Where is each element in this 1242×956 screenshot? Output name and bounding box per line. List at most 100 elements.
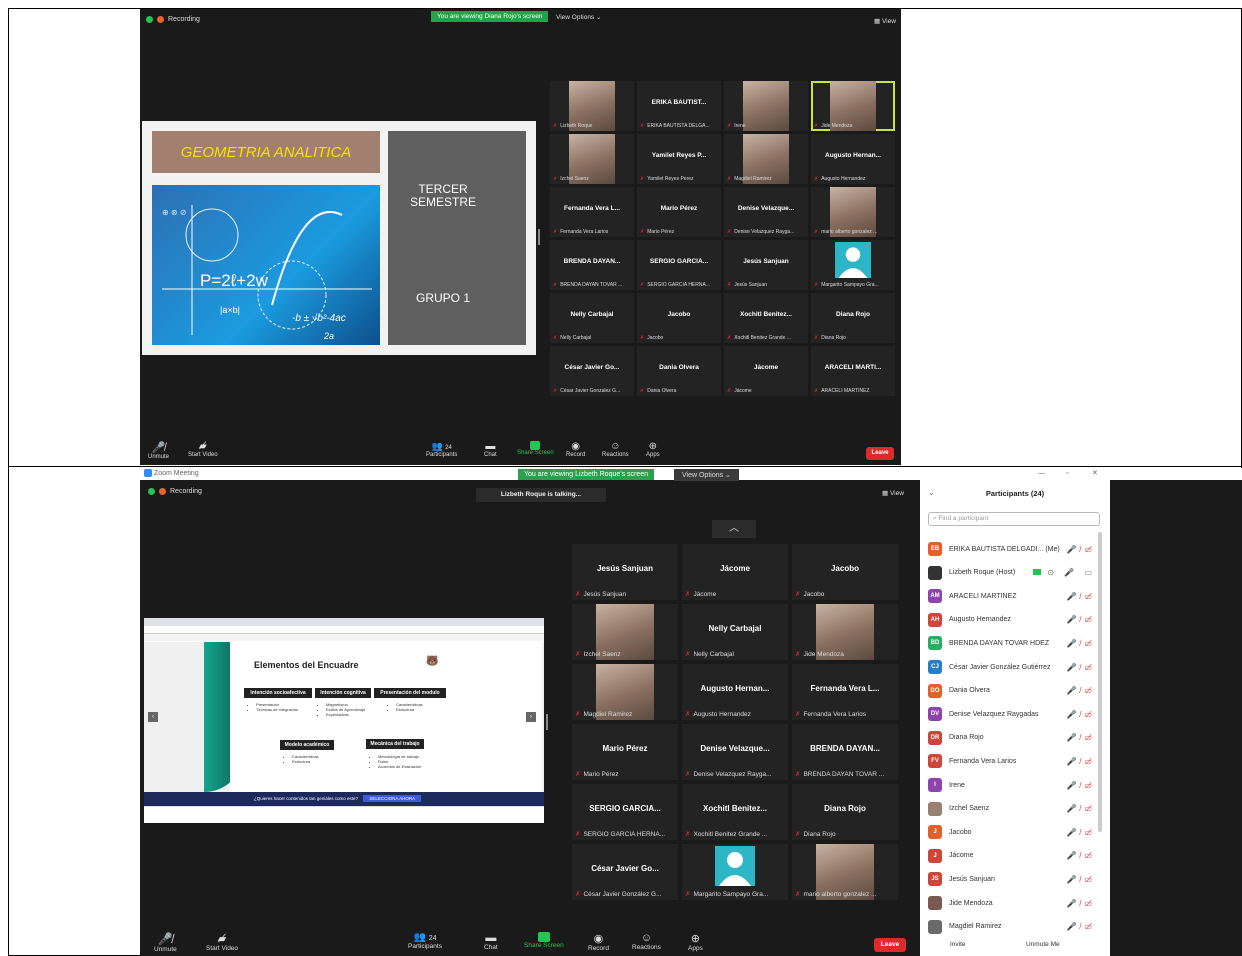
splitter-handle[interactable] (538, 229, 540, 245)
scroll-up-button[interactable]: ︿ (712, 520, 756, 538)
participant-row[interactable]: J Jacobo 🎤̸▭̸ (920, 825, 1110, 840)
participant-tile[interactable]: Denise Velazque... ✗ Denise Velazquez Rayg… (724, 187, 808, 237)
apps-button[interactable]: ⊕ Apps (688, 932, 703, 952)
participant-tile[interactable]: Augusto Hernan... ✗ Augusto Hernandez (811, 134, 895, 184)
recording-indicator[interactable]: Recording (146, 16, 200, 23)
participant-tile[interactable]: Dania Olvera ✗ Dania Olvera (637, 346, 721, 396)
participant-row[interactable]: J Jácome 🎤̸▭̸ (920, 848, 1110, 863)
minimize-icon[interactable]: — (1038, 468, 1045, 480)
participant-row[interactable]: DR Diana Rojo 🎤̸▭̸ (920, 730, 1110, 745)
leave-button[interactable]: Leave (874, 938, 906, 952)
apps-button[interactable]: ⊕ Apps (646, 441, 660, 458)
participant-row[interactable]: FV Fernanda Vera Larios 🎤̸▭̸ (920, 754, 1110, 769)
view-button[interactable]: ▦ View (882, 489, 904, 497)
participant-tile[interactable]: ✗ Magdiel Ramirez (572, 664, 678, 720)
participant-tile[interactable]: Jacobo ✗ Jacobo (637, 293, 721, 343)
participant-tile[interactable]: ARACELI MARTI... ✗ ARACELI MARTINEZ (811, 346, 895, 396)
participant-tile[interactable]: SERGIO GARCIA... ✗ SERGIO GARCIA HERNA... (572, 784, 678, 840)
participant-tile[interactable]: Augusto Hernan... ✗ Augusto Hernandez (682, 664, 788, 720)
unmute-button[interactable]: 🎤̸ Unmute (148, 441, 169, 460)
participant-tile[interactable]: César Javier Go... ✗ César Javier González… (572, 844, 678, 900)
view-button[interactable]: ▦ View (874, 17, 896, 25)
participant-tile[interactable]: ✗ Jide Mendoza (811, 81, 895, 131)
participant-tile[interactable]: Jesús Sanjuan ✗ Jesús Sanjuan (572, 544, 678, 600)
reactions-button[interactable]: ☺ Reactions (602, 441, 629, 458)
participant-tile[interactable]: ✗ mario alberto gonzalez ... (792, 844, 898, 900)
chat-button[interactable]: ▬ Chat (484, 932, 498, 951)
participant-label-text: Nelly Carbajal (560, 335, 592, 341)
participant-tile[interactable]: Yamilet Reyes P... ✗ Yamilet Reyes Perez (637, 134, 721, 184)
slide-next-button[interactable]: › (526, 712, 536, 722)
participant-tile[interactable]: Jácome ✗ Jácome (724, 346, 808, 396)
participant-tile[interactable]: César Javier Go... ✗ César Javier Gonzalez… (550, 346, 634, 396)
participant-tile[interactable]: ERIKA BAUTIST... ✗ ERIKA BAUTISTA DELGA... (637, 81, 721, 131)
participant-tile[interactable]: ✗ Margarito Sampayo Gra... (682, 844, 788, 900)
chat-button[interactable]: ▬ Chat (484, 441, 497, 458)
view-options-button[interactable]: View Options ⌄ (674, 469, 739, 481)
participant-tile[interactable]: ✗ Magdiel Ramirez (724, 134, 808, 184)
participant-row[interactable]: DV Denise Velazquez Raygadas 🎤̸▭̸ (920, 707, 1110, 722)
participants-button[interactable]: 👥 24 Participants (426, 441, 457, 458)
footer-cta-button[interactable]: SELECCIONA AHORA (363, 795, 422, 802)
maximize-icon[interactable]: ▫ (1066, 468, 1068, 480)
participant-name: Jesús Sanjuan (596, 564, 654, 573)
participant-tile[interactable]: Xochitl Benitez... ✗ Xochitl Benitez Grand… (724, 293, 808, 343)
participant-row[interactable]: Magdiel Ramirez 🎤̸▭̸ (920, 919, 1110, 934)
share-screen-button[interactable]: Share Screen (517, 441, 554, 456)
participant-tile[interactable]: ✗ Izchel Saenz (572, 604, 678, 660)
unmute-me-button[interactable]: Unmute Me (1026, 941, 1060, 948)
unmute-button[interactable]: 🎤̸ Unmute (154, 932, 177, 953)
participant-tile[interactable]: ✗ Margarito Sampayo Gra... (811, 240, 895, 290)
participant-tile[interactable]: Nelly Carbajal ✗ Nelly Carbajal (550, 293, 634, 343)
view-options-button[interactable]: View Options ⌄ (548, 11, 609, 23)
slide-prev-button[interactable]: ‹ (148, 712, 158, 722)
participant-row[interactable]: BD BRENDA DAYAN TOVAR HDEZ 🎤̸▭̸ (920, 636, 1110, 651)
participant-row[interactable]: JS Jesús Sanjuan 🎤̸▭̸ (920, 872, 1110, 887)
reactions-button[interactable]: ☺ Reactions (632, 932, 661, 951)
participant-tile[interactable]: ✗ Izchel Saenz (550, 134, 634, 184)
participant-row[interactable]: AH Augusto Hernandez 🎤̸▭̸ (920, 612, 1110, 627)
participant-search-input[interactable]: ⌕ Find a participant (928, 512, 1100, 526)
participant-tile[interactable]: Fernanda Vera L... ✗ Fernanda Vera Larios (550, 187, 634, 237)
participant-tile[interactable]: Nelly Carbajal ✗ Nelly Carbajal (682, 604, 788, 660)
invite-button[interactable]: Invite (950, 941, 966, 948)
participant-row[interactable]: CJ César Javier González Gutiérrez 🎤̸▭̸ (920, 660, 1110, 674)
participant-tile[interactable]: Jesús Sanjuan ✗ Jesús Sanjuan (724, 240, 808, 290)
participant-tile[interactable]: ✗ Irene (724, 81, 808, 131)
participant-avatar: BD (928, 636, 942, 651)
participant-tile[interactable]: Fernanda Vera L... ✗ Fernanda Vera Larios (792, 664, 898, 720)
participant-row[interactable]: Izchel Saenz 🎤̸▭̸ (920, 801, 1110, 816)
participant-row[interactable]: AM ARACELI MARTINEZ 🎤̸▭̸ (920, 589, 1110, 604)
participant-tile[interactable]: Diana Rojo ✗ Diana Rojo (792, 784, 898, 840)
participant-tile[interactable]: Denise Velazque... ✗ Denise Velazquez Rayg… (682, 724, 788, 780)
start-video-button[interactable]: ▰̸ Start Video (188, 441, 218, 458)
participant-tile[interactable]: Mario Pérez ✗ Mario Pérez (572, 724, 678, 780)
participant-tile[interactable]: ✗ Lizbeth Roque (550, 81, 634, 131)
participant-row[interactable]: DO Dania Olvera 🎤̸▭̸ (920, 683, 1110, 698)
participant-row[interactable]: Jide Mendoza 🎤̸▭̸ (920, 896, 1110, 910)
participant-tile[interactable]: Jacobo ✗ Jacobo (792, 544, 898, 600)
record-button[interactable]: ◉ Record (566, 441, 585, 458)
participant-label: ✗ Denise Velazquez Rayga... (685, 770, 786, 778)
participant-tile[interactable]: SERGIO GARCIA... ✗ SERGIO GARCIA HERNA... (637, 240, 721, 290)
participant-tile[interactable]: Mario Pérez ✗ Mario Pérez (637, 187, 721, 237)
panel-scrollbar[interactable] (1098, 532, 1102, 832)
participant-row[interactable]: Lizbeth Roque (Host) ⊙ 🎤 ▭ (920, 565, 1110, 580)
leave-button[interactable]: Leave (866, 447, 894, 460)
record-button[interactable]: ◉ Record (588, 932, 609, 952)
close-icon[interactable]: ✕ (1092, 468, 1098, 480)
participant-tile[interactable]: BRENDA DAYAN... ✗ BRENDA DAYAN TOVAR ... (792, 724, 898, 780)
participant-row[interactable]: I Irene 🎤̸▭̸ (920, 778, 1110, 792)
participant-tile[interactable]: BRENDA DAYAN... ✗ BRENDA DAYAN TOVAR ... (550, 240, 634, 290)
participant-tile[interactable]: ✗ Jide Mendoza (792, 604, 898, 660)
participant-tile[interactable]: Diana Rojo ✗ Diana Rojo (811, 293, 895, 343)
participants-button[interactable]: 👥 24 Participants (408, 932, 442, 950)
recording-indicator[interactable]: Recording (148, 488, 202, 495)
participant-tile[interactable]: Jácome ✗ Jácome (682, 544, 788, 600)
participant-tile[interactable]: ✗ mario alberto gonzalez ... (811, 187, 895, 237)
participant-row[interactable]: EB ERIKA BAUTISTA DELGADI... (Me) 🎤̸▭̸ (920, 542, 1110, 556)
participant-tile[interactable]: Xochitl Benitez... ✗ Xochitl Benitez Grand… (682, 784, 788, 840)
share-screen-button[interactable]: Share Screen (524, 932, 564, 949)
splitter-handle[interactable] (546, 714, 548, 730)
start-video-button[interactable]: ▰̸ Start Video (206, 932, 238, 952)
